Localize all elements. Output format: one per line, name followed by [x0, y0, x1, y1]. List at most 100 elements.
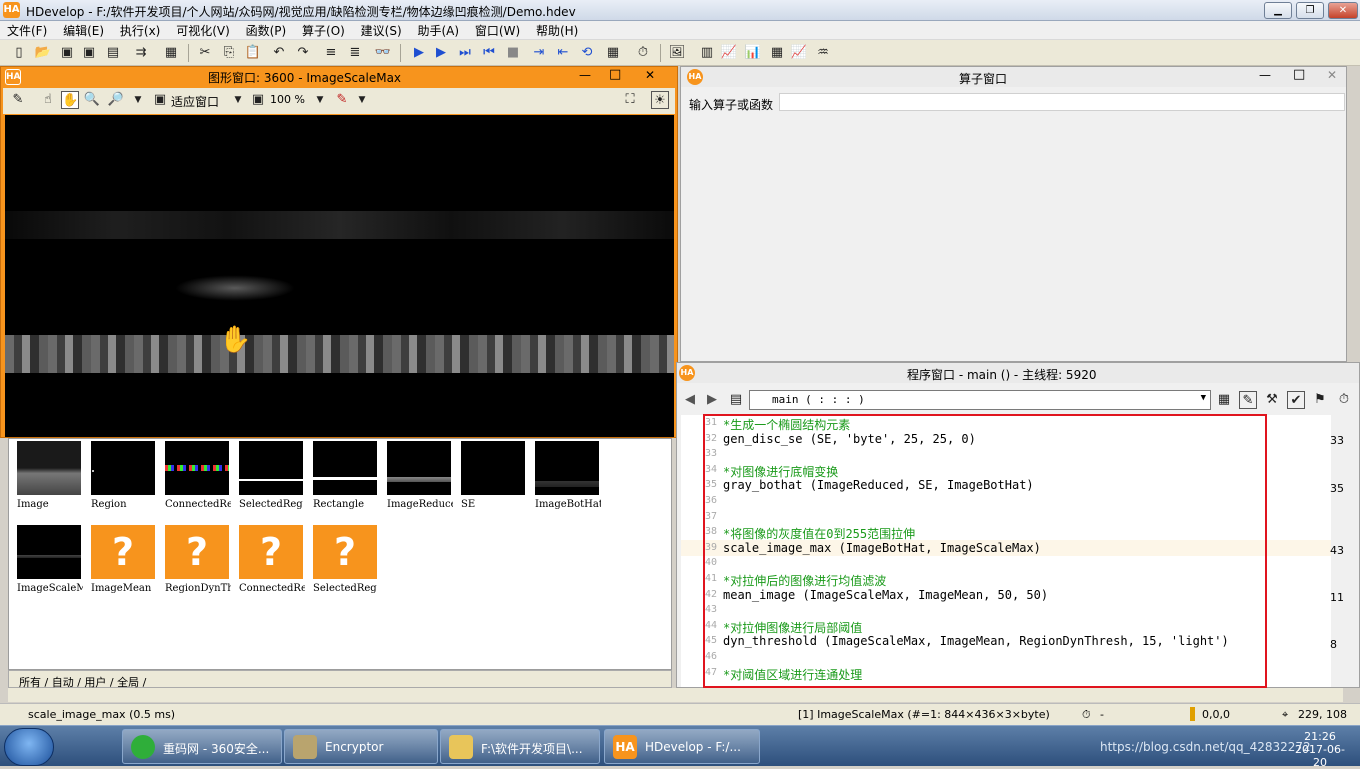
procedure-select[interactable]: main ( : : : ) ▼	[749, 390, 1211, 410]
operator-maximize-button[interactable]: □	[1293, 67, 1305, 82]
variable-thumb[interactable]: SelectedReg	[235, 439, 307, 531]
inspect-icon[interactable]: ▥	[698, 44, 716, 62]
watermark: https://blog.csdn.net/qq_42832272	[1100, 740, 1311, 754]
save-icon[interactable]: ▣	[58, 44, 76, 62]
region-tool-icon[interactable]: ⛶	[621, 91, 639, 109]
step-back-icon[interactable]: ⏮	[480, 44, 498, 62]
menu-visualize[interactable]: 可视化(V)	[169, 21, 235, 39]
outdent-icon[interactable]: ≣	[346, 44, 364, 62]
light-icon[interactable]: ☀	[651, 91, 669, 109]
close-button[interactable]: ✕	[1328, 2, 1358, 19]
taskbar-item-browser[interactable]: 重码网 - 360安全...	[122, 729, 282, 764]
menu-suggestions[interactable]: 建议(S)	[354, 21, 407, 39]
chevron-down-icon[interactable]: ▼	[229, 91, 247, 109]
variable-thumb[interactable]: ? SelectedReg	[309, 523, 381, 615]
fit-window-icon[interactable]: ▣	[151, 91, 169, 109]
back-arrow-icon[interactable]: ◀	[681, 391, 699, 409]
indent-icon[interactable]: ≡	[322, 44, 340, 62]
maximize-button[interactable]: ❐	[1296, 2, 1324, 19]
color-tool-icon[interactable]: ✎	[333, 91, 351, 109]
minimize-button[interactable]: ▁	[1264, 2, 1292, 19]
profiler-icon[interactable]: ▦	[604, 44, 622, 62]
reset-icon[interactable]: ⟲	[578, 44, 596, 62]
menu-file[interactable]: 文件(F)	[0, 21, 52, 39]
menu-edit[interactable]: 编辑(E)	[56, 21, 109, 39]
horizontal-scrollbar[interactable]	[8, 688, 1343, 702]
operator-input[interactable]	[779, 93, 1345, 111]
variable-thumb[interactable]: Region	[87, 439, 159, 531]
step-into-icon[interactable]: ⇥	[530, 44, 548, 62]
save-as-icon[interactable]: ▣	[80, 44, 98, 62]
taskbar-item-encryptor[interactable]: Encryptor	[284, 729, 438, 764]
step-out-icon[interactable]: ⇤	[554, 44, 572, 62]
taskbar-item-explorer[interactable]: F:\软件开发项目\...	[440, 729, 600, 764]
undo-icon[interactable]: ↶	[270, 44, 288, 62]
menu-help[interactable]: 帮助(H)	[529, 21, 583, 39]
hand-move-icon[interactable]: ✋	[61, 91, 79, 109]
operator-close-button[interactable]: ✕	[1327, 68, 1337, 82]
graphics-close-button[interactable]: ✕	[645, 68, 655, 82]
graphics-maximize-button[interactable]: □	[609, 67, 621, 82]
pointer-icon[interactable]: ☝	[39, 91, 57, 109]
bookmark-icon[interactable]: ⚑	[1311, 391, 1329, 409]
system-clock[interactable]: 21:26 2017-06-20	[1290, 730, 1350, 769]
chevron-down-icon[interactable]: ▼	[311, 91, 329, 109]
calendar-icon[interactable]: ▦	[1215, 391, 1233, 409]
variable-thumb[interactable]: Rectangle	[309, 439, 381, 531]
line-profile-icon[interactable]: 📊	[744, 44, 762, 62]
zoom-level-value[interactable]: 100 %	[270, 93, 305, 106]
taskbar-item-hdevelop[interactable]: HA HDevelop - F:/...	[604, 729, 760, 764]
copy-icon[interactable]: ⎘	[220, 44, 238, 62]
start-button[interactable]	[4, 728, 54, 766]
timer-icon[interactable]: ⏱	[634, 44, 652, 62]
variable-thumb[interactable]: ImageScaleM	[13, 523, 85, 615]
cut-icon[interactable]: ✂	[196, 44, 214, 62]
run-icon[interactable]: ▶	[410, 44, 428, 62]
chevron-down-icon[interactable]: ▼	[353, 91, 371, 109]
image-canvas[interactable]: ✋	[5, 115, 674, 437]
find-icon[interactable]: 👓	[374, 44, 392, 62]
variable-thumb[interactable]: ? ConnectedRe	[235, 523, 307, 615]
procedure-icon[interactable]: ▤	[727, 391, 745, 409]
menu-operators[interactable]: 算子(O)	[295, 21, 350, 39]
variable-thumb[interactable]: SE	[457, 439, 529, 531]
feature-histogram-icon[interactable]: 📈	[790, 44, 808, 62]
variable-thumb[interactable]: ImageBotHat	[531, 439, 603, 531]
graphics-minimize-button[interactable]: —	[579, 68, 591, 82]
edit-icon[interactable]: ✎	[9, 91, 27, 109]
properties-icon[interactable]: ▦	[162, 44, 180, 62]
zoom-icon[interactable]: 🔎	[107, 91, 125, 109]
variable-thumb[interactable]: ? RegionDynTh	[161, 523, 233, 615]
tool-icon[interactable]: ⚒	[1263, 391, 1281, 409]
zoom-window-icon[interactable]: ▦	[768, 44, 786, 62]
variable-thumb[interactable]: ImageReduce	[383, 439, 455, 531]
graphics-window-icon[interactable]: 🖼	[668, 44, 686, 62]
clock-icon[interactable]: ⏱	[1335, 391, 1353, 409]
stop-icon[interactable]: ■	[504, 44, 522, 62]
redo-icon[interactable]: ↷	[294, 44, 312, 62]
edit-code-icon[interactable]: ✎	[1239, 391, 1257, 409]
variable-tabs[interactable]: 所有 / 自动 / 用户 / 全局 /	[8, 670, 672, 689]
variable-thumb[interactable]: ConnectedRe	[161, 439, 233, 531]
variable-thumb[interactable]: Image	[13, 439, 85, 531]
chevron-down-icon[interactable]: ▼	[129, 91, 147, 109]
new-file-icon[interactable]: ▯	[10, 44, 28, 62]
open-file-icon[interactable]: 📂	[34, 44, 52, 62]
print-icon[interactable]: ▤	[104, 44, 122, 62]
paste-icon[interactable]: 📋	[244, 44, 262, 62]
feature-inspect-icon[interactable]: ♒	[814, 44, 832, 62]
variable-thumb[interactable]: ? ImageMean	[87, 523, 159, 615]
histogram-icon[interactable]: 📈	[720, 44, 738, 62]
menu-assistants[interactable]: 助手(A)	[410, 21, 464, 39]
operator-minimize-button[interactable]: —	[1259, 68, 1271, 82]
forward-arrow-icon[interactable]: ▶	[703, 391, 721, 409]
step-over-icon[interactable]: ⏭	[456, 44, 474, 62]
check-icon[interactable]: ✔	[1287, 391, 1305, 409]
menu-functions[interactable]: 函数(P)	[239, 21, 292, 39]
export-icon[interactable]: ⇉	[132, 44, 150, 62]
fit-window-label[interactable]: 适应窗口	[171, 93, 219, 110]
run-to-insert-icon[interactable]: ▶	[432, 44, 450, 62]
magnifier-icon[interactable]: 🔍	[83, 91, 101, 109]
menu-window[interactable]: 窗口(W)	[468, 21, 525, 39]
menu-execute[interactable]: 执行(x)	[113, 21, 165, 39]
